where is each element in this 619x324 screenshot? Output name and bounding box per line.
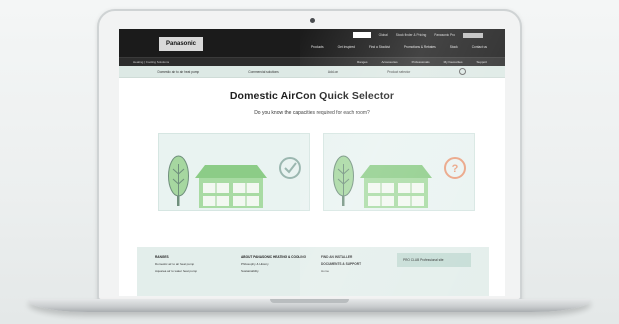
footer-heading[interactable]: DOCUMENTS & SUPPORT	[321, 262, 361, 266]
subnav-item-1[interactable]: Ranges	[357, 60, 367, 64]
laptop-notch	[270, 299, 349, 303]
house-illustration-yes	[168, 155, 301, 208]
subnav-item-5[interactable]: Support	[476, 60, 487, 64]
nav-item-4[interactable]: Promotions & Rebates	[404, 45, 436, 49]
sub-bar: Heating | Cooling Solutions Ranges Acces…	[119, 57, 505, 66]
nav-item-5[interactable]: Stock	[450, 45, 458, 49]
utility-link-2[interactable]: Stock finder & Pricing	[396, 33, 426, 37]
tab-commercial[interactable]: Commercial solutions	[248, 70, 278, 74]
utility-link-1[interactable]: Global	[379, 33, 388, 37]
option-card-yes[interactable]	[158, 133, 310, 211]
footer-link[interactable]: Philosophy & History	[241, 262, 306, 266]
category-tabs: Domestic air to air heat pump Commercial…	[119, 66, 505, 78]
subnav-item-2[interactable]: Accessories	[381, 60, 397, 64]
subnav-item-4[interactable]: My Favourites	[444, 60, 463, 64]
nav-item-6[interactable]: Contact us	[472, 45, 487, 49]
social-icons[interactable]	[463, 32, 483, 38]
footer-link[interactable]: Sustainability	[241, 269, 306, 273]
page-title: Domestic AirCon Quick Selector	[229, 90, 395, 102]
footer-heading[interactable]: FIND AN INSTALLER	[321, 255, 361, 259]
footer: RANGES Domestic air to air heat pump Aqu…	[137, 247, 489, 296]
camera-dot	[310, 18, 315, 23]
footer-heading: ABOUT PANASONIC HEATING & COOLING	[241, 255, 307, 259]
footer-col-ranges: RANGES Domestic air to air heat pump Aqu…	[155, 255, 197, 275]
footer-col-about: ABOUT PANASONIC HEATING & COOLING Philos…	[241, 255, 306, 275]
search-input[interactable]	[352, 32, 371, 38]
svg-text:?: ?	[452, 163, 459, 175]
option-card-no[interactable]: ?	[323, 133, 475, 211]
top-bar: Panasonic Global Stock finder & Pricing …	[119, 29, 505, 57]
breadcrumb[interactable]: Heating | Cooling Solutions	[133, 60, 169, 64]
footer-heading: RANGES	[155, 255, 169, 259]
nav-item-1[interactable]: Products	[311, 45, 324, 49]
footer-link[interactable]: Home	[321, 269, 361, 273]
subnav-item-3[interactable]: Professionals	[412, 60, 430, 64]
footer-col-installer: FIND AN INSTALLER DOCUMENTS & SUPPORT Ho…	[321, 255, 361, 276]
tab-domestic[interactable]: Domestic air to air heat pump	[158, 70, 200, 74]
pro-club-label: PRO CLUB Professional site	[403, 258, 444, 262]
main-nav: Products Get Inspired Find a Stockist Pr…	[311, 45, 487, 49]
house-illustration-no: ?	[333, 155, 466, 208]
tab-product-selector[interactable]: Product selector	[387, 70, 410, 74]
account-icon[interactable]	[459, 68, 467, 75]
option-cards: ?	[158, 133, 475, 211]
nav-item-2[interactable]: Get Inspired	[338, 45, 355, 49]
sub-nav: Ranges Accessories Professionals My Favo…	[357, 60, 487, 64]
logo[interactable]: Panasonic	[159, 37, 203, 51]
nav-item-3[interactable]: Find a Stockist	[369, 45, 390, 49]
footer-link[interactable]: Aquarea air to water heat pump	[155, 269, 197, 273]
footer-link[interactable]: Domestic air to air heat pump	[155, 262, 197, 266]
tab-addon[interactable]: Add-on	[328, 70, 338, 74]
utility-link-3[interactable]: Panasonic Pro	[434, 33, 455, 37]
utility-bar: Global Stock finder & Pricing Panasonic …	[352, 32, 483, 38]
screen: Panasonic Global Stock finder & Pricing …	[119, 29, 505, 296]
capacity-question: Do you know the capacities required for …	[254, 110, 370, 116]
pro-club-box[interactable]: PRO CLUB Professional site	[397, 253, 471, 267]
